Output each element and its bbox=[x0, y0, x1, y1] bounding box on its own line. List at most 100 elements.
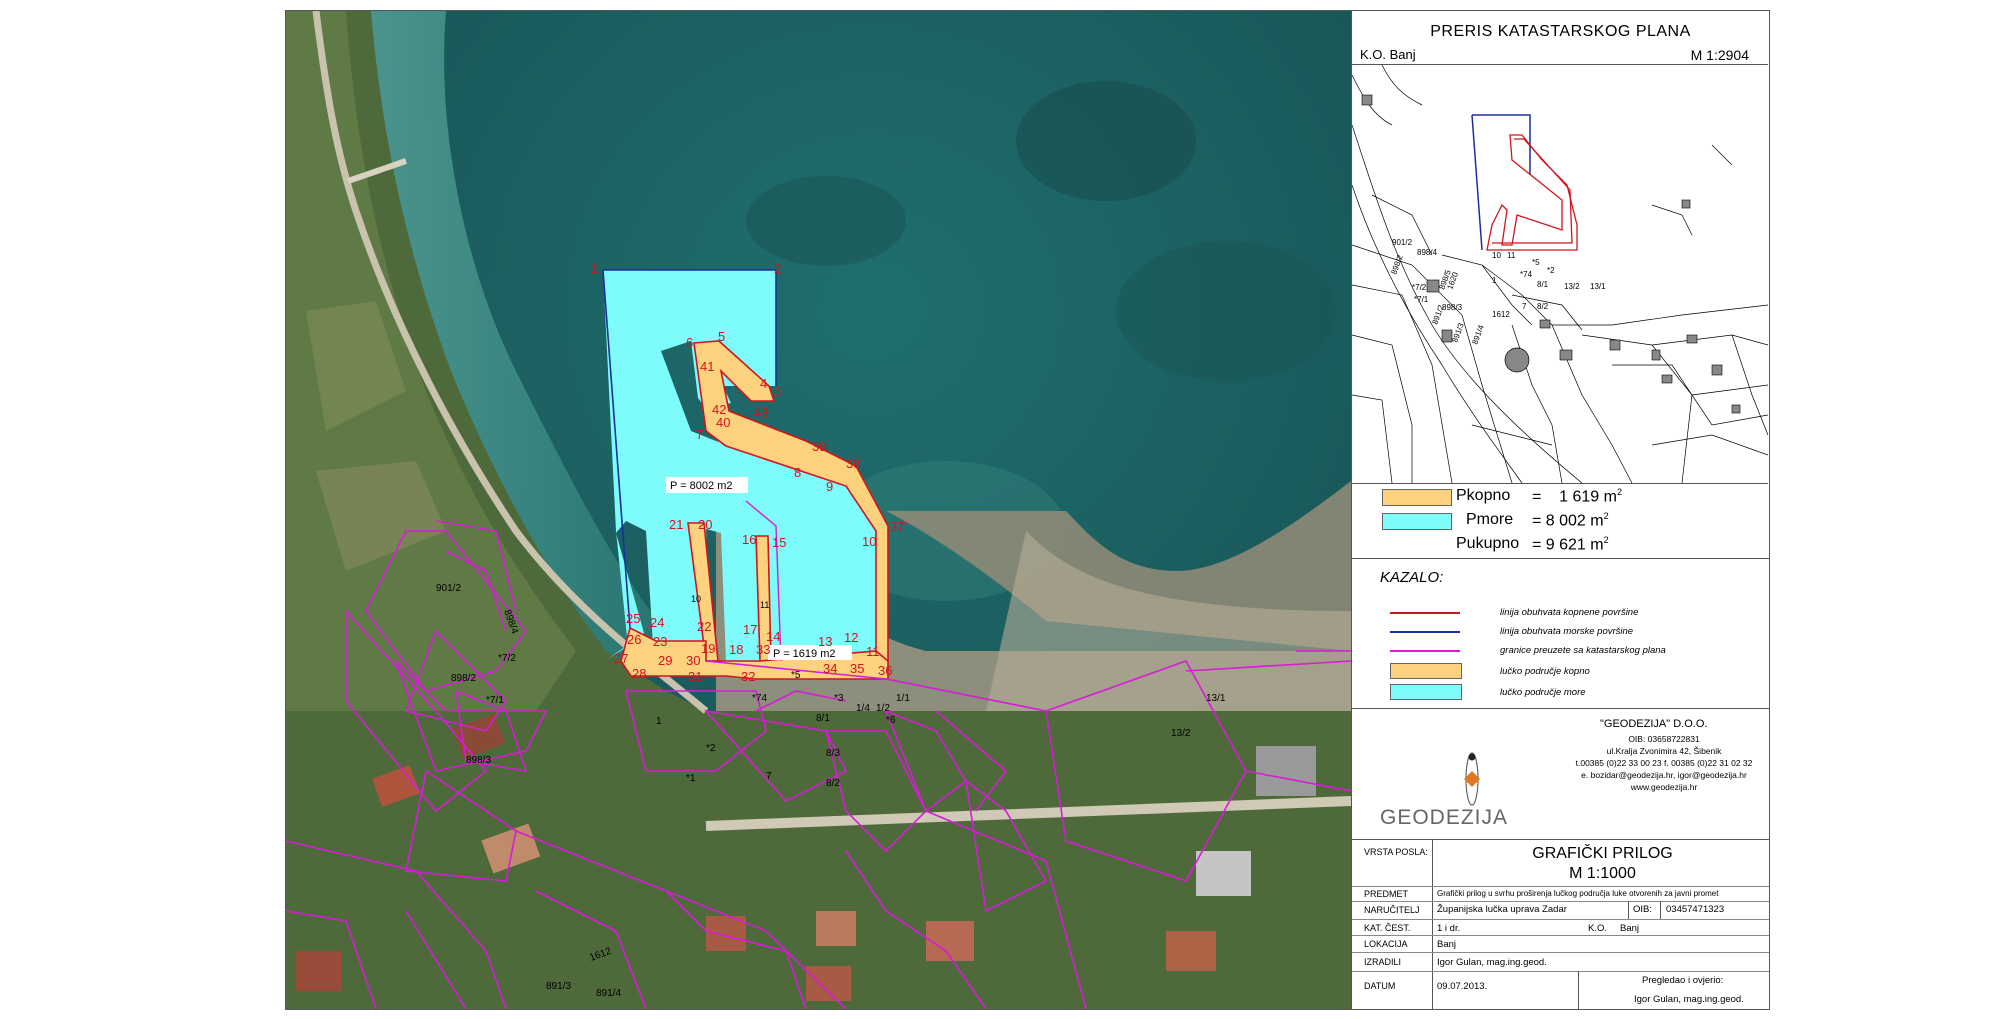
unit-superscript: 2 bbox=[1603, 511, 1609, 521]
datum-value: 09.07.2013. bbox=[1437, 981, 1488, 992]
cell-divider bbox=[1578, 971, 1579, 1009]
point-label: 15 bbox=[772, 535, 786, 550]
pukupno-label: Pukupno bbox=[1456, 535, 1520, 552]
point-label: 31 bbox=[688, 669, 702, 684]
divider bbox=[1352, 839, 1769, 840]
point-label: 18 bbox=[729, 642, 743, 657]
parcel-label: *5 bbox=[791, 670, 801, 681]
point-label: 26 bbox=[627, 632, 641, 647]
legend-label: granice preuzete sa katastarskog plana bbox=[1500, 645, 1666, 656]
oib-label: OIB: bbox=[1633, 904, 1653, 915]
mini-parcel-label: 1612 bbox=[1492, 310, 1510, 319]
narucitelj-value: Županijska lučka uprava Zadar bbox=[1437, 904, 1567, 915]
pregledao-label: Pregledao i ovjerio: bbox=[1642, 975, 1724, 986]
lokacija-value: Banj bbox=[1437, 939, 1457, 950]
parcel-label: 7 bbox=[766, 771, 772, 782]
oib-value: 03457471323 bbox=[1666, 904, 1725, 915]
point-label: 39 bbox=[812, 439, 826, 454]
sea-swatch bbox=[1382, 513, 1452, 530]
company-name: "GEODEZIJA" D.O.O. bbox=[1600, 718, 1708, 730]
pkopno-value: = 1 619 m2 bbox=[1532, 487, 1622, 506]
pkopno-label: Pkopno bbox=[1456, 487, 1511, 504]
legend-panel: PRERIS KATASTARSKOG PLANA K.O. Banj M 1:… bbox=[1351, 11, 1769, 1009]
point-label: 5 bbox=[718, 329, 725, 344]
point-label: 35 bbox=[850, 661, 864, 676]
grafick-title: GRAFIČKI PRILOG bbox=[1532, 845, 1673, 862]
pukupno-value: = 9 621 m2 bbox=[1532, 535, 1609, 554]
katcest-value: 1 i dr. bbox=[1437, 923, 1461, 934]
parcel-label: *1 bbox=[686, 773, 696, 784]
company-line: OIB: 03658722831 bbox=[1628, 734, 1700, 744]
point-label: 36 bbox=[878, 663, 892, 678]
pmore-value-text: = 8 002 m bbox=[1532, 512, 1604, 530]
parcel-label: 8/3 bbox=[826, 748, 840, 759]
parcel-label: 1/1 bbox=[896, 693, 910, 704]
mini-parcel-label: 898/4 bbox=[1417, 248, 1438, 257]
land-area-label: P = 1619 m2 bbox=[773, 648, 835, 660]
company-line: e. bozidar@geodezija.hr, igor@geodezija.… bbox=[1581, 770, 1747, 780]
row-line bbox=[1352, 935, 1769, 936]
point-label: 28 bbox=[632, 666, 646, 681]
lokacija-label: LOKACIJA bbox=[1364, 939, 1408, 949]
mini-map-scale: M 1:2904 bbox=[1690, 47, 1749, 63]
row-line bbox=[1352, 901, 1769, 902]
parcel-label: 1/4 bbox=[856, 703, 870, 714]
point-label: 3 bbox=[774, 384, 781, 399]
cadastral-municipality: K.O. Banj bbox=[1360, 47, 1416, 62]
point-label: 32 bbox=[741, 669, 755, 684]
overview-canvas: 901/2 898/4 898/2 *7/2 *7/1 898/3 1 1612… bbox=[1352, 65, 1768, 483]
row-line bbox=[1352, 886, 1769, 887]
mini-parcel-label: 8/2 bbox=[1537, 302, 1549, 311]
parcel-label: *2 bbox=[706, 743, 716, 754]
cell-divider bbox=[1660, 901, 1661, 919]
parcel-label: 898/3 bbox=[466, 755, 491, 766]
point-label: 1 bbox=[591, 261, 598, 276]
unit-superscript: 2 bbox=[1603, 535, 1609, 545]
mini-parcel-label: *7/1 bbox=[1414, 295, 1429, 304]
point-label: 27 bbox=[614, 651, 628, 666]
mini-parcel-label: 7 bbox=[1522, 302, 1527, 311]
mini-parcel-label: 13/2 bbox=[1564, 282, 1580, 291]
sea-area-label: P = 8002 m2 bbox=[670, 480, 732, 492]
predmet-label: PREDMET bbox=[1364, 889, 1409, 899]
parcel-label: 891/3 bbox=[546, 981, 571, 992]
point-label: 34 bbox=[823, 661, 837, 676]
row-line bbox=[1352, 971, 1769, 972]
company-contact: OIB: 03658722831 ul.Kralja Zvonimira 42,… bbox=[1564, 733, 1764, 793]
point-label: 37 bbox=[890, 519, 904, 534]
legend-swatch-cadastral-line bbox=[1390, 650, 1460, 652]
point-label: 19 bbox=[701, 641, 715, 656]
point-label: 2 bbox=[774, 261, 781, 276]
point-label: 33 bbox=[756, 642, 770, 657]
pukupno-value-text: = 9 621 m bbox=[1532, 536, 1604, 554]
divider bbox=[1352, 558, 1769, 559]
katcest-label: KAT. ČEST. bbox=[1364, 923, 1411, 933]
predmet-value: Grafički prilog u svrhu proširenja lučko… bbox=[1437, 889, 1719, 898]
parcel-label: *7/1 bbox=[486, 695, 504, 706]
company-line: www.geodezija.hr bbox=[1630, 782, 1698, 792]
point-label: 12 bbox=[844, 630, 858, 645]
pregledao-name: Igor Gulan, mag.ing.geod. bbox=[1634, 994, 1744, 1005]
legend-swatch-land-area bbox=[1390, 663, 1462, 679]
point-label: 29 bbox=[658, 653, 672, 668]
overview-cadastral-map: 901/2 898/4 898/2 *7/2 *7/1 898/3 1 1612… bbox=[1352, 64, 1768, 484]
legend-label: lučko područje more bbox=[1500, 687, 1586, 698]
point-label: 22 bbox=[697, 619, 711, 634]
company-line: t.00385 (0)22 33 00 23 f. 00385 (0)22 31… bbox=[1575, 758, 1753, 768]
point-label: 17 bbox=[743, 622, 757, 637]
map-canvas: P = 8002 m2 P = 1619 m2 1 2 3 4 5 6 7 8 … bbox=[286, 11, 1351, 1009]
row-line bbox=[1352, 919, 1769, 920]
company-line: ul.Kralja Zvonimira 42, Šibenik bbox=[1606, 746, 1722, 756]
mini-parcel-label: 901/2 bbox=[1392, 238, 1413, 247]
parcel-label: 13/1 bbox=[1206, 693, 1226, 704]
point-label: 16 bbox=[742, 532, 756, 547]
parcel-label: *6 bbox=[886, 715, 896, 726]
mini-parcel-label: 1 bbox=[1492, 276, 1497, 285]
mini-parcel-label: *74 bbox=[1520, 270, 1533, 279]
legend-heading: KAZALO: bbox=[1380, 569, 1444, 586]
row-line bbox=[1352, 952, 1769, 953]
geodezija-logo: GEODEZIJA bbox=[1380, 752, 1507, 829]
point-label: 9 bbox=[826, 479, 833, 494]
narucitelj-label: NARUČITELJ bbox=[1364, 905, 1420, 915]
vrsta-label: VRSTA POSLA: bbox=[1364, 847, 1428, 857]
